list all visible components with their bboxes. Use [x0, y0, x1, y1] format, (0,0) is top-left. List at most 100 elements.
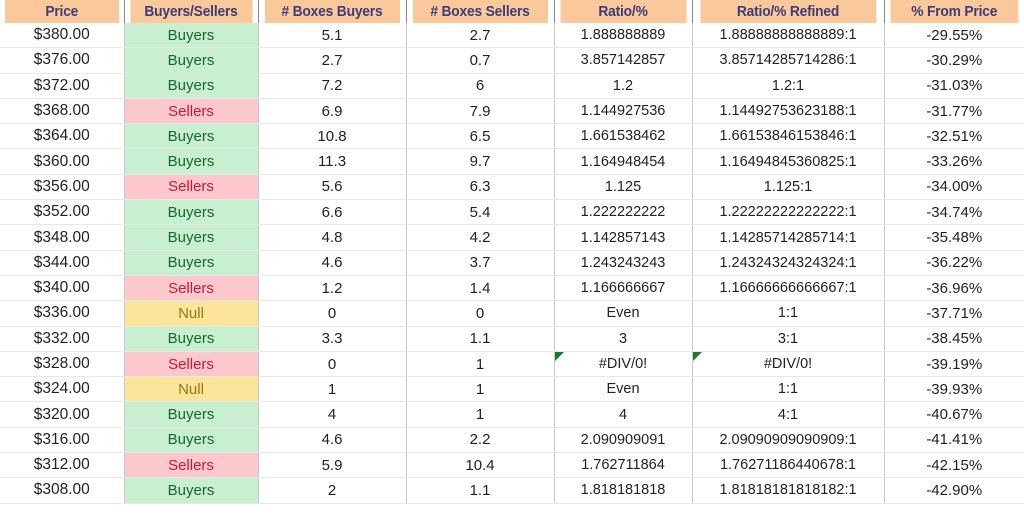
column-header-boxes-buyers[interactable]: # Boxes Buyers: [263, 0, 401, 23]
cell-ratio-refined[interactable]: 3:1: [692, 326, 885, 352]
cell-pct-from-price[interactable]: -39.93%: [884, 376, 1024, 403]
cell-buyers-sellers[interactable]: Sellers: [124, 174, 259, 201]
cell-boxes-buyers[interactable]: 1.2: [258, 275, 407, 302]
table-row[interactable]: $344.00 Buyers 4.6 3.7 1.243243243 1.24324324…: [0, 250, 1024, 276]
cell-pct-from-price[interactable]: -42.90%: [884, 477, 1024, 504]
table-row[interactable]: $360.00 Buyers 11.3 9.7 1.164948454 1.1649484…: [0, 148, 1024, 175]
cell-pct-from-price[interactable]: -30.29%: [884, 47, 1024, 74]
cell-pct-from-price[interactable]: -42.15%: [884, 452, 1024, 479]
cell-ratio[interactable]: 1.661538462: [554, 123, 693, 150]
cell-boxes-buyers[interactable]: 5.9: [258, 452, 407, 479]
cell-ratio[interactable]: 1.166666667: [554, 275, 693, 302]
cell-buyers-sellers[interactable]: Buyers: [124, 401, 259, 428]
cell-ratio[interactable]: 3: [554, 326, 693, 352]
cell-ratio-refined[interactable]: 1.76271186440678:1: [692, 452, 885, 479]
table-row[interactable]: $348.00 Buyers 4.8 4.2 1.142857143 1.14285714…: [0, 224, 1024, 251]
cell-pct-from-price[interactable]: -34.00%: [884, 174, 1024, 201]
cell-buyers-sellers[interactable]: Buyers: [124, 250, 259, 276]
cell-ratio-refined[interactable]: 1.88888888888889:1: [692, 23, 885, 49]
cell-ratio-refined[interactable]: 1.2:1: [692, 73, 885, 99]
cell-ratio[interactable]: 1.243243243: [554, 250, 693, 276]
cell-pct-from-price[interactable]: -38.45%: [884, 326, 1024, 352]
table-row[interactable]: $364.00 Buyers 10.8 6.5 1.661538462 1.6615384…: [0, 123, 1024, 150]
cell-boxes-buyers[interactable]: 6.9: [258, 98, 407, 125]
column-header-ratio-refined[interactable]: Ratio/% Refined: [699, 0, 877, 23]
cell-boxes-buyers[interactable]: 3.3: [258, 326, 407, 352]
cell-ratio-refined[interactable]: 1.125:1: [692, 174, 885, 201]
cell-buyers-sellers[interactable]: Buyers: [124, 199, 259, 226]
cell-ratio[interactable]: 1.888888889: [554, 23, 693, 49]
cell-pct-from-price[interactable]: -34.74%: [884, 199, 1024, 226]
cell-boxes-sellers[interactable]: 5.4: [406, 199, 555, 226]
cell-price[interactable]: $348.00: [0, 224, 125, 251]
cell-boxes-buyers[interactable]: 2.7: [258, 47, 407, 74]
cell-pct-from-price[interactable]: -39.19%: [884, 351, 1024, 378]
cell-price[interactable]: $328.00: [0, 351, 125, 378]
cell-price[interactable]: $332.00: [0, 326, 125, 352]
cell-ratio[interactable]: 1.2: [554, 73, 693, 99]
cell-boxes-buyers[interactable]: 7.2: [258, 73, 407, 99]
cell-boxes-sellers[interactable]: 0.7: [406, 47, 555, 74]
cell-ratio-refined[interactable]: 1.14492753623188:1: [692, 98, 885, 125]
cell-boxes-buyers[interactable]: 0: [258, 351, 407, 378]
cell-price[interactable]: $340.00: [0, 275, 125, 302]
cell-ratio-refined[interactable]: 1.22222222222222:1: [692, 199, 885, 226]
column-header-pct-from-price[interactable]: % From Price: [889, 0, 1019, 23]
cell-ratio-refined[interactable]: #DIV/0!: [692, 351, 885, 378]
cell-boxes-sellers[interactable]: 9.7: [406, 148, 555, 175]
cell-price[interactable]: $380.00: [0, 23, 125, 49]
cell-price[interactable]: $308.00: [0, 477, 125, 504]
cell-boxes-sellers[interactable]: 0: [406, 300, 555, 327]
cell-buyers-sellers[interactable]: Sellers: [124, 351, 259, 378]
table-row[interactable]: $320.00 Buyers 4 1 4 4:1 -40.67%: [0, 401, 1024, 428]
cell-pct-from-price[interactable]: -31.03%: [884, 73, 1024, 99]
cell-boxes-sellers[interactable]: 3.7: [406, 250, 555, 276]
table-row[interactable]: $368.00 Sellers 6.9 7.9 1.144927536 1.1449275…: [0, 98, 1024, 125]
cell-ratio-refined[interactable]: 4:1: [692, 401, 885, 428]
cell-boxes-sellers[interactable]: 10.4: [406, 452, 555, 479]
cell-buyers-sellers[interactable]: Buyers: [124, 47, 259, 74]
table-row[interactable]: $312.00 Sellers 5.9 10.4 1.762711864 1.762711…: [0, 452, 1024, 479]
table-row[interactable]: $352.00 Buyers 6.6 5.4 1.222222222 1.22222222…: [0, 199, 1024, 226]
cell-ratio[interactable]: 1.125: [554, 174, 693, 201]
cell-boxes-sellers[interactable]: 6.5: [406, 123, 555, 150]
cell-boxes-buyers[interactable]: 5.6: [258, 174, 407, 201]
cell-ratio-refined[interactable]: 1:1: [692, 376, 885, 403]
cell-boxes-sellers[interactable]: 1: [406, 351, 555, 378]
cell-pct-from-price[interactable]: -36.96%: [884, 275, 1024, 302]
cell-price[interactable]: $368.00: [0, 98, 125, 125]
cell-ratio-refined[interactable]: 1.81818181818182:1: [692, 477, 885, 504]
cell-boxes-sellers[interactable]: 2.7: [406, 23, 555, 49]
cell-price[interactable]: $352.00: [0, 199, 125, 226]
cell-boxes-buyers[interactable]: 6.6: [258, 199, 407, 226]
cell-boxes-buyers[interactable]: 11.3: [258, 148, 407, 175]
cell-ratio[interactable]: 1.142857143: [554, 224, 693, 251]
cell-boxes-buyers[interactable]: 1: [258, 376, 407, 403]
cell-boxes-sellers[interactable]: 1: [406, 376, 555, 403]
cell-ratio-refined[interactable]: 1.24324324324324:1: [692, 250, 885, 276]
cell-boxes-sellers[interactable]: 2.2: [406, 427, 555, 454]
cell-boxes-buyers[interactable]: 10.8: [258, 123, 407, 150]
cell-pct-from-price[interactable]: -32.51%: [884, 123, 1024, 150]
column-header-buyers-sellers[interactable]: Buyers/Sellers: [129, 0, 254, 23]
table-row[interactable]: $372.00 Buyers 7.2 6 1.2 1.2:1 -31.03%: [0, 73, 1024, 99]
cell-ratio[interactable]: 3.857142857: [554, 47, 693, 74]
table-row[interactable]: $332.00 Buyers 3.3 1.1 3 3:1 -38.45%: [0, 326, 1024, 352]
cell-ratio[interactable]: Even: [554, 376, 693, 403]
cell-buyers-sellers[interactable]: Buyers: [124, 477, 259, 504]
cell-boxes-sellers[interactable]: 1.1: [406, 326, 555, 352]
cell-price[interactable]: $316.00: [0, 427, 125, 454]
cell-ratio[interactable]: 2.090909091: [554, 427, 693, 454]
cell-buyers-sellers[interactable]: Buyers: [124, 224, 259, 251]
cell-price[interactable]: $336.00: [0, 300, 125, 327]
column-header-boxes-sellers[interactable]: # Boxes Sellers: [411, 0, 549, 23]
cell-price[interactable]: $360.00: [0, 148, 125, 175]
cell-ratio-refined[interactable]: 1.66153846153846:1: [692, 123, 885, 150]
table-row[interactable]: $308.00 Buyers 2 1.1 1.818181818 1.8181818181…: [0, 477, 1024, 504]
column-header-price[interactable]: Price: [4, 0, 120, 23]
cell-ratio[interactable]: 1.762711864: [554, 452, 693, 479]
cell-price[interactable]: $312.00: [0, 452, 125, 479]
cell-buyers-sellers[interactable]: Sellers: [124, 98, 259, 125]
table-row[interactable]: $356.00 Sellers 5.6 6.3 1.125 1.125:1 -34.00%: [0, 174, 1024, 201]
cell-buyers-sellers[interactable]: Buyers: [124, 326, 259, 352]
